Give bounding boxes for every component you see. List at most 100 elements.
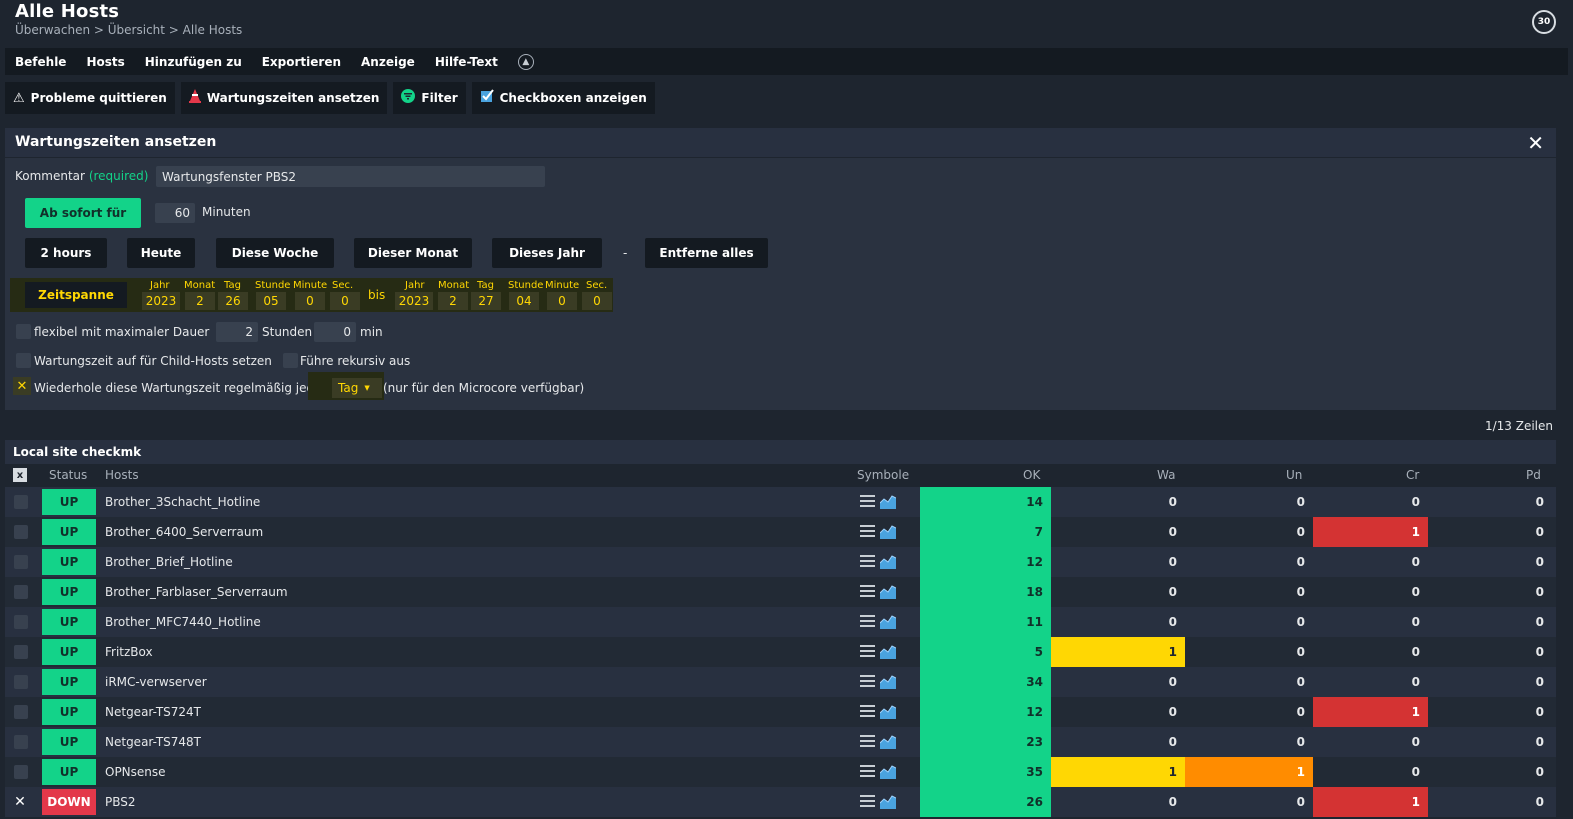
warn-count[interactable]: 0 [1051, 487, 1185, 517]
ok-count[interactable]: 18 [920, 577, 1051, 607]
col-wa[interactable]: Wa [1157, 468, 1175, 482]
repeat-checkbox[interactable]: ✕ [13, 377, 31, 395]
pending-count[interactable]: 0 [1428, 757, 1556, 787]
host-link[interactable]: Netgear-TS748T [105, 727, 201, 757]
table-row[interactable]: ✕ DOWN PBS2 26 0 0 1 0 [5, 787, 1556, 817]
ok-count[interactable]: 35 [920, 757, 1051, 787]
status-badge[interactable]: UP [42, 579, 96, 605]
from-minute-input[interactable]: 0 [295, 292, 325, 310]
status-badge[interactable]: UP [42, 669, 96, 695]
unknown-count[interactable]: 0 [1185, 697, 1313, 727]
crit-count[interactable]: 0 [1313, 727, 1428, 757]
ok-count[interactable]: 12 [920, 697, 1051, 727]
graph-icon[interactable] [879, 524, 897, 539]
table-row[interactable]: UP Netgear-TS724T 12 0 0 1 0 [5, 697, 1556, 727]
col-symbols[interactable]: Symbole [857, 468, 909, 482]
warn-count[interactable]: 0 [1051, 607, 1185, 637]
pending-count[interactable]: 0 [1428, 577, 1556, 607]
crit-count[interactable]: 1 [1313, 787, 1428, 817]
pending-count[interactable]: 0 [1428, 637, 1556, 667]
pending-count[interactable]: 0 [1428, 667, 1556, 697]
crit-count[interactable]: 0 [1313, 487, 1428, 517]
status-badge[interactable]: UP [42, 489, 96, 515]
crit-count[interactable]: 1 [1313, 517, 1428, 547]
to-minute-input[interactable]: 0 [547, 292, 577, 310]
host-link[interactable]: iRMC-verwserver [105, 667, 207, 697]
hamburger-menu-icon[interactable] [860, 735, 875, 748]
warn-count[interactable]: 1 [1051, 757, 1185, 787]
time-range-button[interactable]: Zeitspanne [25, 282, 127, 308]
breadcrumb[interactable]: Überwachen > Übersicht > Alle Hosts [15, 23, 242, 37]
row-checkbox[interactable] [14, 765, 28, 779]
col-hosts[interactable]: Hosts [105, 468, 139, 482]
hamburger-menu-icon[interactable] [860, 585, 875, 598]
immediate-for-button[interactable]: Ab sofort für [25, 198, 141, 228]
graph-icon[interactable] [879, 554, 897, 569]
pending-count[interactable]: 0 [1428, 487, 1556, 517]
hamburger-menu-icon[interactable] [860, 615, 875, 628]
row-checkbox[interactable] [14, 555, 28, 569]
unknown-count[interactable]: 0 [1185, 787, 1313, 817]
status-badge[interactable]: UP [42, 729, 96, 755]
ok-count[interactable]: 12 [920, 547, 1051, 577]
graph-icon[interactable] [879, 674, 897, 689]
row-checkbox[interactable] [14, 675, 28, 689]
hamburger-menu-icon[interactable] [860, 795, 875, 808]
graph-icon[interactable] [879, 704, 897, 719]
hamburger-menu-icon[interactable] [860, 645, 875, 658]
crit-count[interactable]: 0 [1313, 667, 1428, 697]
ok-count[interactable]: 5 [920, 637, 1051, 667]
hamburger-menu-icon[interactable] [860, 525, 875, 538]
flexible-checkbox[interactable] [16, 324, 31, 339]
chevron-up-icon[interactable]: ▲ [517, 53, 534, 70]
to-year-input[interactable]: 2023 [395, 292, 433, 310]
reload-timer-icon[interactable]: 30 [1532, 10, 1556, 34]
ok-count[interactable]: 7 [920, 517, 1051, 547]
crit-count[interactable]: 0 [1313, 607, 1428, 637]
to-hour-input[interactable]: 04 [509, 292, 539, 310]
host-link[interactable]: FritzBox [105, 637, 153, 667]
pending-count[interactable]: 0 [1428, 517, 1556, 547]
unknown-count[interactable]: 0 [1185, 667, 1313, 697]
ok-count[interactable]: 23 [920, 727, 1051, 757]
row-checkbox[interactable] [14, 705, 28, 719]
status-badge[interactable]: UP [42, 519, 96, 545]
quick-this-week-button[interactable]: Diese Woche [216, 238, 334, 268]
remove-all-button[interactable]: Entferne alles [645, 238, 768, 268]
row-checkbox[interactable] [14, 735, 28, 749]
child-hosts-checkbox[interactable] [16, 353, 31, 368]
flex-minutes-input[interactable]: 0 [314, 322, 356, 342]
table-row[interactable]: UP OPNsense 35 1 1 0 0 [5, 757, 1556, 787]
quick-today-button[interactable]: Heute [127, 238, 195, 268]
show-checkboxes-button[interactable]: Checkboxen anzeigen [471, 82, 655, 114]
from-day-input[interactable]: 26 [218, 292, 248, 310]
host-link[interactable]: Netgear-TS724T [105, 697, 201, 727]
hamburger-menu-icon[interactable] [860, 765, 875, 778]
table-row[interactable]: UP Brother_MFC7440_Hotline 11 0 0 0 0 [5, 607, 1556, 637]
graph-icon[interactable] [879, 734, 897, 749]
to-sec-input[interactable]: 0 [582, 292, 612, 310]
table-row[interactable]: UP Brother_6400_Serverraum 7 0 0 1 0 [5, 517, 1556, 547]
crit-count[interactable]: 0 [1313, 577, 1428, 607]
crit-count[interactable]: 0 [1313, 757, 1428, 787]
close-icon[interactable]: ✕ [1527, 131, 1544, 155]
warn-count[interactable]: 0 [1051, 697, 1185, 727]
unknown-count[interactable]: 0 [1185, 637, 1313, 667]
quick-2-hours-button[interactable]: 2 hours [25, 238, 107, 268]
from-hour-input[interactable]: 05 [256, 292, 286, 310]
warn-count[interactable]: 0 [1051, 547, 1185, 577]
graph-icon[interactable] [879, 584, 897, 599]
table-row[interactable]: UP Brother_Farblaser_Serverraum 18 0 0 0 0 [5, 577, 1556, 607]
table-row[interactable]: UP iRMC-verwserver 34 0 0 0 0 [5, 667, 1556, 697]
hamburger-menu-icon[interactable] [860, 705, 875, 718]
flex-hours-input[interactable]: 2 [216, 322, 258, 342]
status-badge[interactable]: UP [42, 549, 96, 575]
host-link[interactable]: OPNsense [105, 757, 166, 787]
host-link[interactable]: Brother_MFC7440_Hotline [105, 607, 261, 637]
unknown-count[interactable]: 0 [1185, 547, 1313, 577]
pending-count[interactable]: 0 [1428, 727, 1556, 757]
host-link[interactable]: Brother_3Schacht_Hotline [105, 487, 260, 517]
table-row[interactable]: UP Brother_3Schacht_Hotline 14 0 0 0 0 [5, 487, 1556, 517]
warn-count[interactable]: 0 [1051, 727, 1185, 757]
pending-count[interactable]: 0 [1428, 787, 1556, 817]
